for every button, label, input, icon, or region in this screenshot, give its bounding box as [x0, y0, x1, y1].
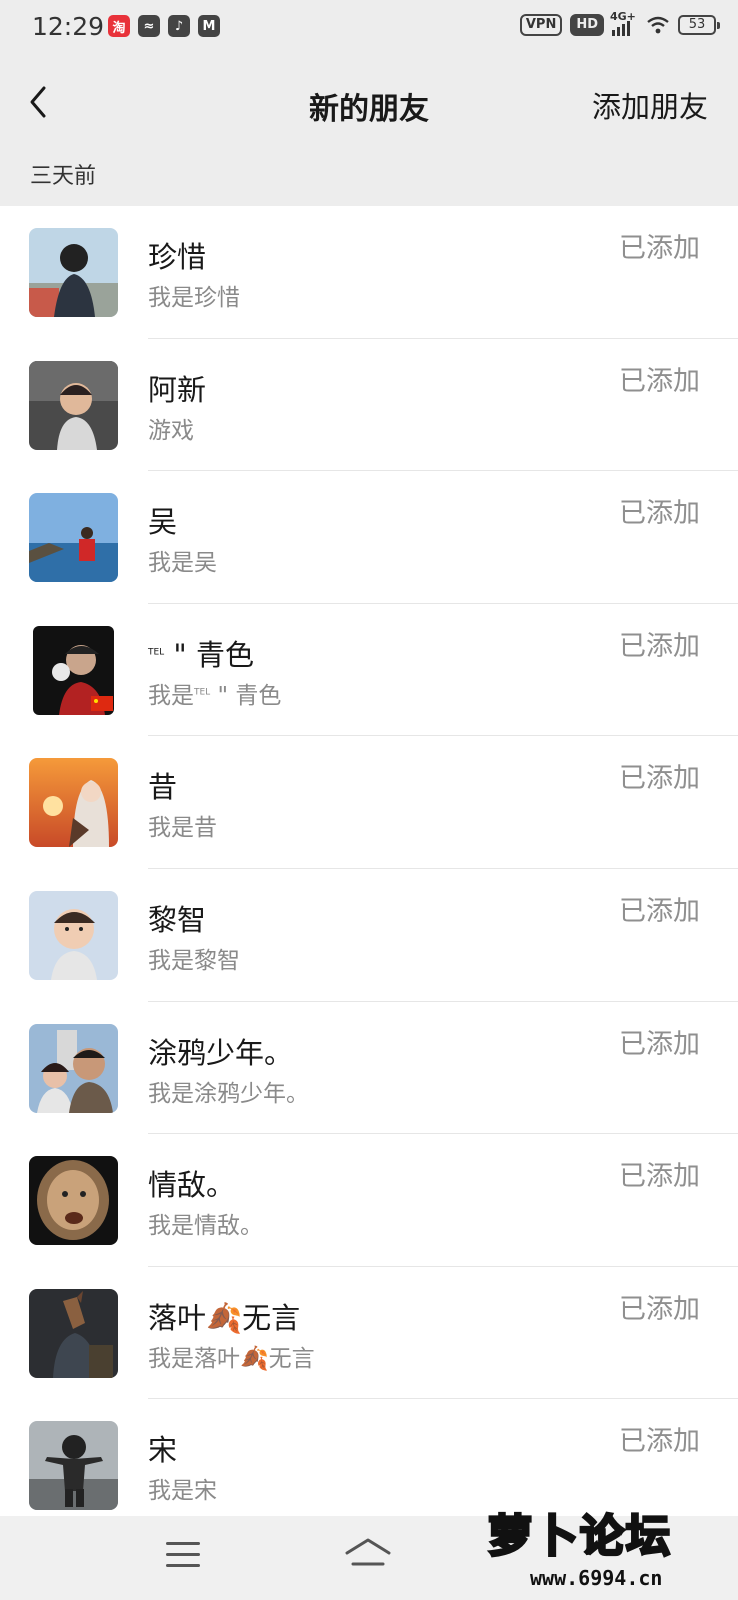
contact-message: 我是TEL " 青色 [148, 676, 281, 710]
added-status: 已添加 [619, 1161, 700, 1193]
new-friends-list: 珍惜 我是珍惜 已添加 阿新 游戏 已添加 吴 我是吴 已添加 TEL " 青色… [0, 206, 738, 1516]
added-status: 已添加 [619, 895, 700, 927]
avatar [29, 625, 118, 715]
signal-icon: 4G+ [610, 10, 638, 36]
avatar [29, 1421, 118, 1511]
list-item[interactable]: 涂鸦少年。 我是涂鸦少年。 已添加 [0, 1002, 738, 1135]
avatar [29, 1288, 118, 1378]
added-status: 已添加 [619, 365, 700, 397]
contact-name: 珍惜 [148, 240, 207, 274]
hd-badge: HD [570, 14, 604, 36]
contact-name: 宋 [148, 1433, 178, 1468]
watermark-url: www.6994.cn [530, 1566, 663, 1590]
wifi-icon [647, 16, 669, 34]
avatar [29, 758, 118, 848]
contact-name: TEL " 青色 [148, 632, 254, 674]
home-icon[interactable] [344, 1536, 392, 1572]
list-item[interactable]: 情敌。 我是情敌。 已添加 [0, 1134, 738, 1267]
contact-message: 我是涂鸦少年。 [148, 1080, 309, 1107]
status-time: 12:29 [32, 12, 105, 41]
added-status: 已添加 [619, 1426, 700, 1458]
menu-icon[interactable] [166, 1540, 200, 1570]
contact-name: 吴 [148, 505, 178, 540]
added-status: 已添加 [619, 763, 700, 795]
avatar [29, 1023, 118, 1113]
contact-message: 我是落叶🍂无言 [148, 1345, 315, 1372]
list-item[interactable]: 吴 我是吴 已添加 [0, 471, 738, 604]
list-item[interactable]: 珍惜 我是珍惜 已添加 [0, 206, 738, 339]
contact-message: 我是情敌。 [148, 1213, 263, 1240]
vpn-badge: VPN [519, 14, 563, 36]
contact-name: 涂鸦少年。 [148, 1035, 294, 1070]
added-status: 已添加 [619, 1028, 700, 1060]
list-item[interactable]: 昔 我是昔 已添加 [0, 736, 738, 869]
watermark: 萝卜论坛 www.6994.cn [487, 1500, 728, 1596]
contact-name: 黎智 [148, 902, 207, 937]
battery-icon: 53 [678, 15, 720, 35]
avatar [29, 1156, 118, 1246]
avatar [29, 493, 118, 583]
message-text: " 青色 [210, 682, 282, 709]
added-status: 已添加 [619, 498, 700, 530]
list-item[interactable]: 阿新 游戏 已添加 [0, 339, 738, 472]
contact-name: 昔 [148, 770, 178, 805]
status-app-icons: 淘 ≈ ♪ M [108, 15, 220, 37]
list-item[interactable]: TEL " 青色 我是TEL " 青色 已添加 [0, 604, 738, 737]
contact-name: 阿新 [148, 372, 207, 407]
list-item[interactable]: 黎智 我是黎智 已添加 [0, 869, 738, 1002]
messaging-app-icon: ≈ [138, 15, 160, 37]
contact-message: 我是黎智 [148, 947, 240, 974]
contact-message: 我是昔 [148, 815, 217, 842]
contact-message: 我是宋 [148, 1478, 217, 1505]
status-bar: 12:29 淘 ≈ ♪ M VPN HD 4G+ 53 [0, 0, 738, 58]
contact-message: 我是珍惜 [148, 285, 240, 311]
contact-name-text: " 青色 [164, 637, 254, 672]
tel-symbol: TEL [148, 647, 165, 658]
contact-message: 游戏 [148, 417, 194, 444]
avatar [29, 890, 118, 980]
avatar [29, 360, 118, 450]
mail-app-icon: M [198, 15, 220, 37]
contact-name: 情敌。 [148, 1168, 236, 1203]
navigation-bar: 新的朋友 添加朋友 [0, 58, 738, 148]
section-header: 三天前 [30, 164, 97, 189]
shopping-app-icon: 淘 [108, 15, 130, 37]
tel-symbol: TEL [194, 687, 211, 698]
watermark-title: 萝卜论坛 [487, 1510, 672, 1564]
added-status: 已添加 [619, 1293, 700, 1325]
tiktok-app-icon: ♪ [168, 15, 190, 37]
contact-name: 落叶🍂无言 [148, 1300, 301, 1335]
avatar [29, 228, 118, 317]
list-item[interactable]: 落叶🍂无言 我是落叶🍂无言 已添加 [0, 1267, 738, 1400]
network-type: 4G+ [610, 10, 636, 23]
status-indicators: VPN HD 4G+ 53 [519, 10, 720, 36]
list-item[interactable]: 宋 我是宋 已添加 [0, 1399, 738, 1516]
add-friend-button[interactable]: 添加朋友 [592, 84, 708, 126]
contact-message: 我是吴 [148, 550, 217, 577]
added-status: 已添加 [619, 630, 700, 662]
added-status: 已添加 [619, 233, 700, 264]
message-prefix: 我是 [148, 682, 194, 709]
